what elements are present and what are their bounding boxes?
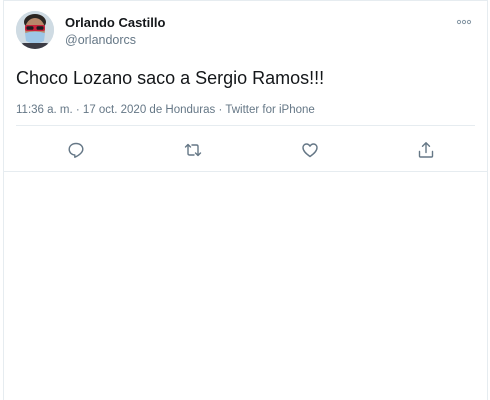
share-icon bbox=[418, 142, 434, 158]
tweet-meta: 11:36 a. m. · 17 oct. 2020 de Honduras ·… bbox=[16, 103, 315, 117]
tweet-location[interactable]: Honduras bbox=[165, 104, 215, 116]
like-button[interactable] bbox=[300, 140, 320, 160]
reply-button[interactable] bbox=[66, 140, 86, 160]
tweet-actions bbox=[16, 126, 475, 172]
retweet-icon bbox=[184, 143, 202, 157]
more-options-button[interactable] bbox=[454, 15, 474, 29]
tweet-time[interactable]: 11:36 a. m. bbox=[16, 104, 73, 116]
retweet-button[interactable] bbox=[183, 140, 203, 160]
author-display-name[interactable]: Orlando Castillo bbox=[65, 15, 165, 31]
like-icon bbox=[302, 143, 318, 158]
share-button[interactable] bbox=[416, 140, 436, 160]
actions-divider-bottom bbox=[4, 171, 487, 172]
author-handle[interactable]: @orlandorcs bbox=[65, 32, 165, 48]
reply-icon bbox=[68, 142, 84, 158]
tweet-card: Orlando Castillo @orlandorcs Choco Lozan… bbox=[3, 0, 488, 400]
avatar[interactable] bbox=[16, 11, 54, 49]
author-names: Orlando Castillo @orlandorcs bbox=[65, 15, 165, 48]
tweet-date[interactable]: 17 oct. 2020 bbox=[83, 104, 146, 116]
avatar-image bbox=[16, 11, 54, 49]
meta-separator-2: · bbox=[215, 104, 226, 116]
meta-separator-1: · bbox=[72, 104, 83, 116]
tweet-header: Orlando Castillo @orlandorcs bbox=[16, 11, 476, 55]
meta-location-prefix: de bbox=[146, 104, 166, 116]
tweet-source[interactable]: Twitter for iPhone bbox=[225, 104, 314, 116]
tweet-text: Choco Lozano saco a Sergio Ramos!!! bbox=[16, 68, 325, 88]
more-dots-icon bbox=[456, 19, 472, 25]
